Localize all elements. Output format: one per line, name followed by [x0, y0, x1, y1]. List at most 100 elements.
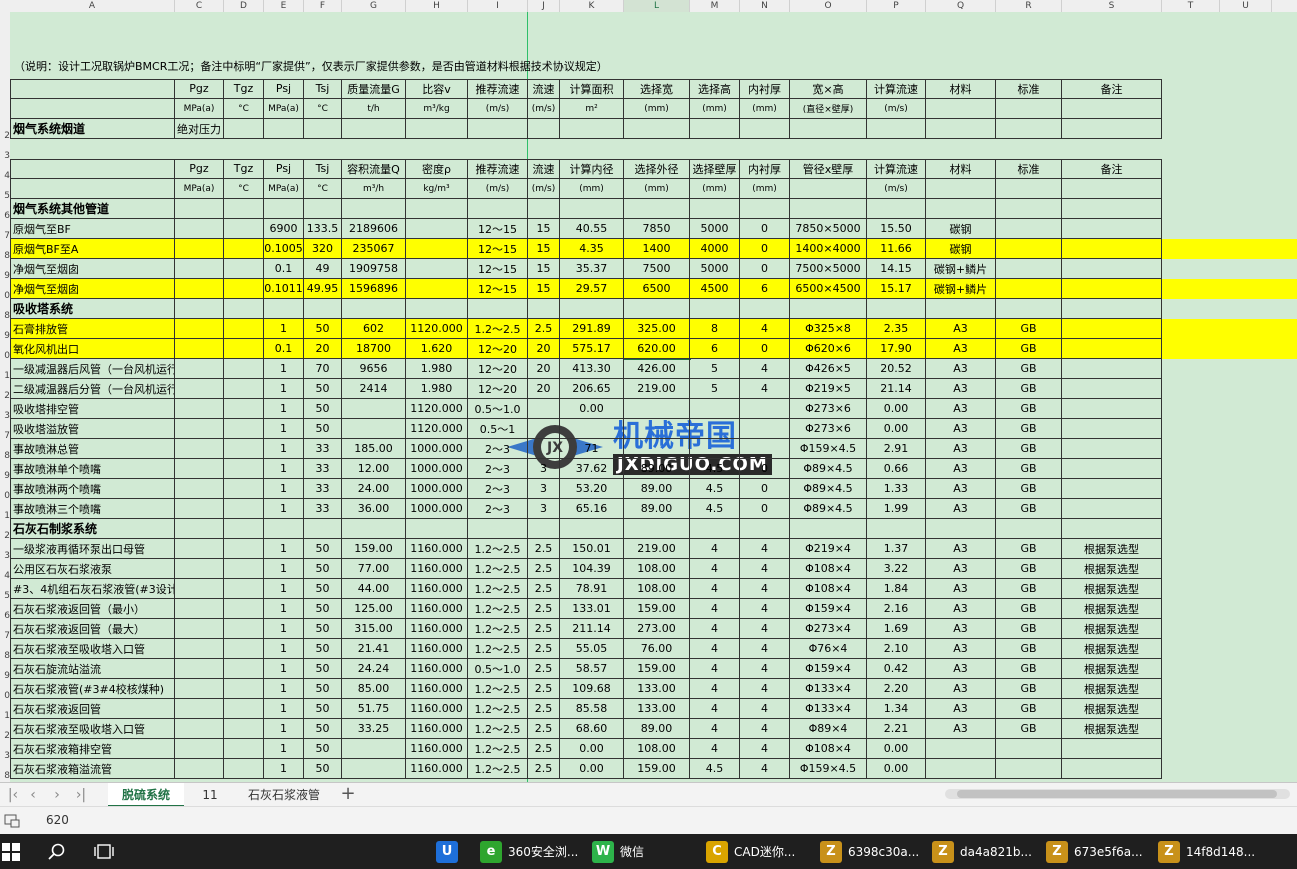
column-header-m[interactable]: M	[690, 0, 740, 12]
grid-cell[interactable]	[406, 239, 468, 259]
grid-cell[interactable]: A3	[926, 339, 996, 359]
grid-cell[interactable]	[1062, 279, 1162, 299]
grid-cell[interactable]	[224, 559, 264, 579]
pipe-name-cell[interactable]: 公用区石灰石浆液泵	[10, 559, 175, 579]
table1-header-cell[interactable]: 计算流速	[867, 79, 926, 99]
table1-unit-cell[interactable]	[926, 99, 996, 119]
grid-cell[interactable]: 18700	[342, 339, 406, 359]
grid-cell[interactable]	[1062, 219, 1162, 239]
add-sheet-icon[interactable]: +	[338, 784, 358, 804]
taskbar-item[interactable]: W 微信	[592, 834, 692, 869]
search-icon[interactable]	[48, 843, 66, 861]
grid-cell[interactable]: 58.57	[560, 659, 624, 679]
grid-cell[interactable]: 4	[740, 679, 790, 699]
grid-cell[interactable]	[406, 279, 468, 299]
table1-unit-cell[interactable]: (mm)	[740, 99, 790, 119]
grid-cell[interactable]: 3	[528, 479, 560, 499]
table2-unit-cell[interactable]: (mm)	[624, 179, 690, 199]
grid-cell[interactable]: A3	[926, 359, 996, 379]
row-header[interactable]: 2	[0, 726, 10, 746]
grid-cell[interactable]: 50	[304, 539, 342, 559]
pressure-note-cell[interactable]: 绝对压力	[175, 119, 224, 139]
grid-cell[interactable]	[264, 199, 304, 219]
grid-cell[interactable]: 碳钢	[926, 219, 996, 239]
table1-unit-cell[interactable]: (mm)	[624, 99, 690, 119]
table2-header-cell[interactable]: 选择外径	[624, 159, 690, 179]
grid-cell[interactable]	[996, 759, 1062, 779]
pipe-name-cell[interactable]: 净烟气至烟囱	[10, 259, 175, 279]
grid-cell[interactable]: 15.17	[867, 279, 926, 299]
table1-unit-cell[interactable]: MPa(a)	[264, 99, 304, 119]
pipe-name-cell[interactable]: 石灰石浆液管(#3#4校核煤种)	[10, 679, 175, 699]
grid-cell[interactable]	[690, 419, 740, 439]
row-header[interactable]: 5	[0, 586, 10, 606]
grid-cell[interactable]: GB	[996, 619, 1062, 639]
pipe-name-cell[interactable]: 石灰石旋流站溢流	[10, 659, 175, 679]
row-header[interactable]: 0	[0, 686, 10, 706]
section-label[interactable]: 烟气系统其他管道	[10, 199, 175, 219]
grid-cell[interactable]: 3	[528, 499, 560, 519]
grid-cell[interactable]: 2～3	[468, 499, 528, 519]
grid-cell[interactable]: 4.5	[690, 479, 740, 499]
grid-cell[interactable]: 21.14	[867, 379, 926, 399]
grid-cell[interactable]: 50	[304, 619, 342, 639]
sheet-tab-limestone[interactable]: 石灰石浆液管	[236, 783, 332, 807]
grid-cell[interactable]: 50	[304, 659, 342, 679]
grid-cell[interactable]	[740, 419, 790, 439]
grid-cell[interactable]	[224, 459, 264, 479]
grid-cell[interactable]	[624, 519, 690, 539]
column-header-o[interactable]: O	[790, 0, 867, 12]
pipe-name-cell[interactable]: 二级减温器后分管（一台风机运行）	[10, 379, 175, 399]
row-header[interactable]: 9	[0, 266, 10, 286]
section-label[interactable]: 吸收塔系统	[10, 299, 175, 319]
pipe-name-cell[interactable]: 事故喷淋两个喷嘴	[10, 479, 175, 499]
grid-cell[interactable]: 50	[304, 599, 342, 619]
grid-cell[interactable]: 36.00	[342, 499, 406, 519]
row-header[interactable]: 4	[0, 566, 10, 586]
grid-cell[interactable]: A3	[926, 379, 996, 399]
grid-cell[interactable]: 4	[740, 619, 790, 639]
pipe-name-cell[interactable]: 氧化风机出口	[10, 339, 175, 359]
pipe-name-cell[interactable]: #3、4机组石灰石浆液管(#3设计煤种)	[10, 579, 175, 599]
grid-cell[interactable]: 1.69	[867, 619, 926, 639]
grid-cell[interactable]: 根据泵选型	[1062, 619, 1162, 639]
grid-cell[interactable]: 315.00	[342, 619, 406, 639]
grid-cell[interactable]	[175, 479, 224, 499]
grid-cell[interactable]	[224, 259, 264, 279]
grid-cell[interactable]	[406, 119, 468, 139]
grid-cell[interactable]: 50	[304, 579, 342, 599]
grid-cell[interactable]: GB	[996, 699, 1062, 719]
grid-cell[interactable]: Φ108×4	[790, 559, 867, 579]
grid-cell[interactable]: 4	[690, 579, 740, 599]
grid-cell[interactable]: A3	[926, 459, 996, 479]
table2-unit-cell[interactable]: (m/s)	[528, 179, 560, 199]
grid-cell[interactable]: 1160.000	[406, 619, 468, 639]
grid-cell[interactable]	[224, 699, 264, 719]
row-header[interactable]: 1	[0, 706, 10, 726]
table2-unit-cell[interactable]: (mm)	[740, 179, 790, 199]
grid-cell[interactable]	[1062, 439, 1162, 459]
grid-cell[interactable]: 根据泵选型	[1062, 659, 1162, 679]
grid-cell[interactable]	[304, 119, 342, 139]
table2-unit-cell[interactable]: MPa(a)	[264, 179, 304, 199]
column-header-t[interactable]: T	[1162, 0, 1220, 12]
grid-cell[interactable]: A3	[926, 659, 996, 679]
grid-cell[interactable]: 碳钢+鳞片	[926, 279, 996, 299]
grid-cell[interactable]: 2.5	[528, 319, 560, 339]
grid-cell[interactable]: 0.42	[867, 659, 926, 679]
grid-cell[interactable]	[624, 419, 690, 439]
grid-cell[interactable]	[867, 119, 926, 139]
grid-cell[interactable]	[224, 499, 264, 519]
grid-cell[interactable]	[342, 739, 406, 759]
grid-cell[interactable]: 1	[264, 699, 304, 719]
column-header-r[interactable]: R	[996, 0, 1062, 12]
grid-cell[interactable]	[224, 359, 264, 379]
grid-cell[interactable]: Φ159×4.5	[790, 439, 867, 459]
grid-cell[interactable]: 575.17	[560, 339, 624, 359]
grid-cell[interactable]: A3	[926, 319, 996, 339]
table1-header-cell[interactable]: 推荐流速	[468, 79, 528, 99]
grid-cell[interactable]: 1.2～2.5	[468, 759, 528, 779]
grid-cell[interactable]: 108.00	[624, 739, 690, 759]
pipe-name-cell[interactable]: 石膏排放管	[10, 319, 175, 339]
section-label[interactable]: 烟气系统烟道	[10, 119, 175, 139]
